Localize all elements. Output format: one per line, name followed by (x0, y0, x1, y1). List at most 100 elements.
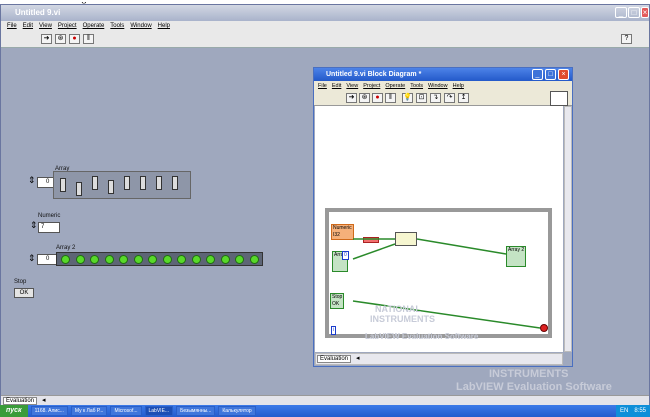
menu-help[interactable]: Help (158, 21, 170, 31)
numeric-label: Numeric (38, 213, 61, 219)
menu-bar: File Edit View Project Operate Tools Win… (1, 21, 649, 31)
taskbar-item[interactable]: Безымянны... (176, 406, 216, 416)
bd-canvas: Numeric I32 Array 0 Array 2 Stop OK i NA… (315, 106, 563, 352)
bd-status-evaluation: Evaluation (317, 355, 352, 363)
bd-step-over-icon[interactable]: ↷ (444, 93, 455, 103)
bd-pause-icon[interactable]: ‖ (385, 93, 396, 103)
led-indicator (75, 255, 85, 264)
bd-abort-icon[interactable]: ● (372, 93, 383, 103)
window-title: Untitled 9.vi (15, 8, 61, 17)
language-indicator[interactable]: EN (620, 405, 628, 417)
led-indicator (162, 255, 172, 264)
title-bar: Untitled 9.vi (1, 5, 649, 21)
bd-vi-icon (550, 91, 568, 106)
toggle-switch[interactable] (92, 176, 98, 190)
led-indicator (90, 255, 99, 264)
bd-watermark-national: NATIONAL (375, 304, 421, 314)
toggle-switch[interactable] (60, 178, 66, 192)
menu-project[interactable]: Project (58, 21, 77, 31)
numeric-stepper[interactable]: ⇕ (30, 220, 38, 231)
toggle-switch[interactable] (140, 176, 146, 190)
clock: 8:55 (634, 408, 646, 414)
toggle-switch[interactable] (156, 176, 162, 190)
bd-horizontal-scrollbar[interactable]: Evaluation ◂ (315, 353, 563, 365)
led-indicator (249, 255, 259, 264)
pause-icon[interactable]: ‖ (83, 34, 94, 44)
led-indicator (177, 255, 186, 264)
block-diagram-window: Untitled 9.vi Block Diagram * _ □ × File… (313, 67, 573, 367)
led-indicator (119, 255, 128, 264)
menu-operate[interactable]: Operate (83, 21, 105, 31)
maximize-button[interactable]: □ (628, 7, 640, 18)
bd-menu-view[interactable]: View (346, 81, 358, 91)
taskbar: пуск 1168. Алис... Му к Лаб Р... Microso… (0, 405, 650, 417)
main-watermark-instruments: INSTRUMENTS (489, 368, 569, 380)
taskbar-item[interactable]: Microsof... (110, 406, 142, 416)
bd-menu-help[interactable]: Help (453, 81, 464, 91)
led-indicator (220, 255, 230, 264)
led-indicator (61, 255, 70, 264)
scroll-left-icon[interactable]: ◂ (42, 396, 46, 404)
bd-step-out-icon[interactable]: ↥ (458, 93, 469, 103)
array2-leds (56, 252, 263, 266)
bd-maximize-button[interactable]: □ (545, 69, 556, 80)
bd-menu-window[interactable]: Window (428, 81, 448, 91)
led-indicator (206, 255, 215, 264)
run-continuously-icon[interactable]: ⊛ (55, 34, 66, 44)
bd-watermark-labview: LabVIEW Evaluation Software (365, 332, 479, 341)
bd-highlight-icon[interactable]: 💡 (402, 93, 413, 103)
taskbar-item[interactable]: Калькулятор (218, 406, 256, 416)
toolbar: ➜ ⊛ ● ‖ ? (1, 31, 649, 48)
menu-edit[interactable]: Edit (23, 21, 33, 31)
toggle-switch[interactable] (108, 180, 114, 194)
bd-scroll-left-icon[interactable]: ◂ (356, 354, 360, 362)
led-indicator (235, 255, 244, 264)
stop-button[interactable]: OK (14, 288, 34, 298)
taskbar-item-active[interactable]: LabVIE... (144, 406, 174, 416)
close-button[interactable]: × (641, 7, 649, 18)
led-indicator (191, 255, 201, 264)
menu-tools[interactable]: Tools (110, 21, 124, 31)
bd-window-title: Untitled 9.vi Block Diagram * (326, 71, 422, 78)
help-icon[interactable]: ? (621, 34, 632, 44)
led-indicator (148, 255, 157, 264)
menu-view[interactable]: View (39, 21, 52, 31)
bd-vertical-scrollbar[interactable] (564, 106, 572, 352)
bd-run-continuously-icon[interactable]: ⊛ (359, 93, 370, 103)
bd-probe-icon[interactable]: ⊡ (416, 93, 427, 103)
taskbar-item[interactable]: 1168. Алис... (30, 406, 68, 416)
stop-label: Stop (14, 279, 27, 285)
bd-menu-edit[interactable]: Edit (332, 81, 341, 91)
toggle-switch[interactable] (76, 182, 82, 196)
led-indicator (133, 255, 143, 264)
status-evaluation: Evaluation (3, 397, 38, 405)
wires (352, 238, 541, 329)
bd-minimize-button[interactable]: _ (532, 69, 543, 80)
array1-switches (53, 171, 191, 199)
bd-toolbar: ➜ ⊛ ● ‖ 💡 ⊡ ↴ ↷ ↥ (314, 91, 572, 106)
run-arrow-icon[interactable]: ➜ (41, 34, 52, 44)
bd-menu-bar: File Edit View Project Operate Tools Win… (314, 81, 572, 91)
menu-window[interactable]: Window (130, 21, 151, 31)
bd-menu-project[interactable]: Project (363, 81, 380, 91)
array2-label: Array 2 (56, 245, 76, 251)
main-watermark-labview: LabVIEW Evaluation Software (456, 381, 612, 393)
bd-step-into-icon[interactable]: ↴ (430, 93, 441, 103)
bd-menu-file[interactable]: File (318, 81, 327, 91)
led-indicator (104, 255, 114, 264)
array1-index-stepper[interactable]: ⇕ (28, 175, 36, 186)
bd-menu-operate[interactable]: Operate (385, 81, 405, 91)
bd-menu-tools[interactable]: Tools (410, 81, 423, 91)
bd-watermark-instruments: INSTRUMENTS (370, 314, 435, 324)
menu-file[interactable]: File (7, 21, 17, 31)
toggle-switch[interactable] (172, 176, 178, 190)
toggle-switch[interactable] (124, 176, 130, 190)
abort-icon[interactable]: ● (69, 34, 80, 44)
array2-index-stepper[interactable]: ⇕ (28, 253, 36, 264)
minimize-button[interactable]: _ (615, 7, 627, 18)
start-button[interactable]: пуск (0, 405, 28, 417)
bd-run-icon[interactable]: ➜ (346, 93, 357, 103)
bd-close-button[interactable]: × (558, 69, 569, 80)
numeric-input[interactable]: 7 (38, 222, 60, 233)
taskbar-item[interactable]: Му к Лаб Р... (70, 406, 108, 416)
